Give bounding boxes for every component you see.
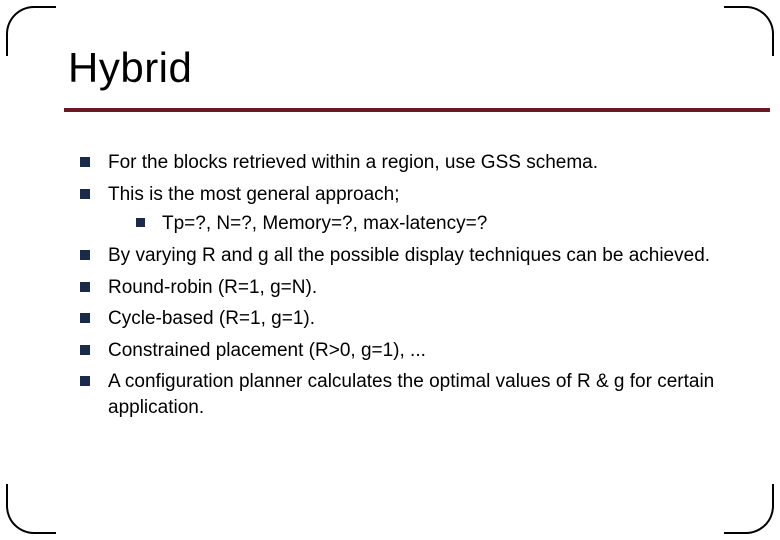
list-item: For the blocks retrieved within a region…	[80, 150, 720, 176]
frame-corner	[6, 484, 56, 534]
bullet-text: Cycle-based (R=1, g=1).	[108, 308, 315, 329]
slide-body: For the blocks retrieved within a region…	[80, 150, 720, 427]
list-item: Tp=?, N=?, Memory=?, max-latency=?	[136, 211, 720, 237]
bullet-list: For the blocks retrieved within a region…	[80, 150, 720, 421]
bullet-text: By varying R and g all the possible disp…	[108, 245, 710, 266]
bullet-text: Tp=?, N=?, Memory=?, max-latency=?	[162, 213, 487, 234]
bullet-text: Constrained placement (R>0, g=1), ...	[108, 340, 426, 361]
list-item: Cycle-based (R=1, g=1).	[80, 306, 720, 332]
list-item: A configuration planner calculates the o…	[80, 369, 720, 420]
bullet-text: This is the most general approach;	[108, 184, 400, 205]
title-underline	[64, 108, 770, 112]
slide: Hybrid For the blocks retrieved within a…	[0, 0, 780, 540]
list-item: This is the most general approach; Tp=?,…	[80, 182, 720, 237]
list-item: Round-robin (R=1, g=N).	[80, 275, 720, 301]
bullet-text: A configuration planner calculates the o…	[108, 371, 714, 418]
frame-corner	[724, 6, 774, 56]
bullet-text: For the blocks retrieved within a region…	[108, 152, 598, 173]
sub-bullet-list: Tp=?, N=?, Memory=?, max-latency=?	[108, 211, 720, 237]
bullet-text: Round-robin (R=1, g=N).	[108, 277, 317, 298]
frame-corner	[6, 6, 56, 56]
list-item: By varying R and g all the possible disp…	[80, 243, 720, 269]
slide-title: Hybrid	[68, 44, 192, 92]
frame-corner	[724, 484, 774, 534]
list-item: Constrained placement (R>0, g=1), ...	[80, 338, 720, 364]
